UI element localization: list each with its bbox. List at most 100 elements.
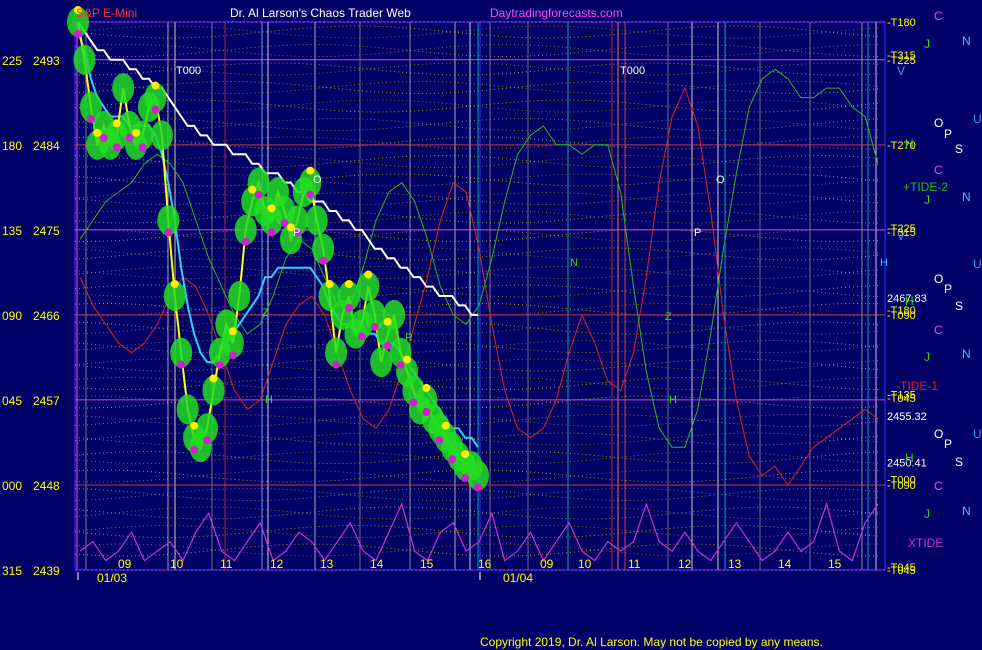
chart-annotation: N bbox=[570, 257, 578, 269]
low-dot bbox=[215, 360, 224, 369]
x-hour-label: 09 bbox=[540, 557, 554, 571]
high-dot bbox=[132, 128, 141, 137]
low-dot bbox=[474, 483, 482, 492]
x-hour-label: 11 bbox=[220, 557, 233, 571]
high-dot bbox=[190, 421, 199, 430]
low-dot bbox=[254, 190, 263, 199]
x-hour-label: 09 bbox=[118, 557, 132, 571]
high-dot bbox=[267, 204, 276, 213]
x-hour-label: 10 bbox=[170, 557, 184, 571]
chaos-trader-chart: 225 2493 180 2484 135 2475 090 2466 045 2457 000 24… bbox=[0, 0, 982, 650]
right-marker-letter: J bbox=[924, 37, 930, 51]
high-dot bbox=[228, 327, 237, 336]
right-marker-letter: O bbox=[934, 272, 943, 286]
right-axis-label: 2455.32 bbox=[887, 411, 927, 423]
high-dot bbox=[441, 421, 450, 430]
right-axis-label: -T045 bbox=[887, 565, 916, 577]
low-dot bbox=[164, 228, 173, 237]
y-angle-label: 225 bbox=[2, 54, 22, 68]
high-dot bbox=[93, 128, 102, 137]
right-marker-letter: V bbox=[897, 229, 905, 243]
right-marker-letter: O bbox=[934, 427, 943, 441]
chart-annotation: P bbox=[293, 227, 300, 239]
high-dot bbox=[403, 355, 412, 364]
chart-annotation: O bbox=[313, 174, 322, 186]
price-band-blob bbox=[73, 44, 96, 75]
y-price-label: 2439 bbox=[33, 564, 60, 578]
chart-annotation: T000 bbox=[620, 65, 645, 77]
chart-annotation: H bbox=[265, 394, 273, 406]
chart-annotation: R bbox=[405, 332, 413, 344]
copyright-text: Copyright 2019, Dr. Al Larson. May not b… bbox=[480, 635, 823, 649]
low-dot bbox=[138, 143, 147, 152]
chart-title: Dr. Al Larson's Chaos Trader Web bbox=[230, 6, 411, 20]
x-hour-label: 12 bbox=[270, 557, 284, 571]
chart-annotation: P bbox=[694, 227, 701, 239]
low-dot bbox=[409, 398, 418, 407]
low-dot bbox=[332, 360, 341, 369]
x-hour-label: 15 bbox=[420, 557, 434, 571]
low-dot bbox=[112, 143, 121, 152]
y-angle-label: 135 bbox=[2, 224, 22, 238]
low-dot bbox=[319, 256, 328, 265]
chart-annotation: Z bbox=[262, 307, 269, 319]
y-price-label: 2466 bbox=[33, 309, 60, 323]
low-dot bbox=[241, 237, 250, 246]
price-band-blob bbox=[305, 205, 328, 236]
legend-entry: +TIDE-2 bbox=[903, 180, 948, 194]
right-marker-letter: S bbox=[955, 142, 963, 156]
high-dot bbox=[170, 280, 179, 288]
right-marker-letter: N bbox=[962, 190, 971, 204]
right-marker-letter: N bbox=[962, 504, 971, 518]
chart-annotation: Z bbox=[665, 311, 672, 323]
right-axis-label: -T090 bbox=[887, 310, 916, 322]
price-band-blob bbox=[150, 120, 173, 151]
right-marker-letter: C bbox=[934, 9, 943, 23]
price-band-blob bbox=[228, 281, 251, 311]
x-hour-label: 12 bbox=[678, 557, 692, 571]
low-dot bbox=[190, 445, 199, 454]
right-marker-letter: N bbox=[962, 34, 971, 48]
right-marker-letter: U bbox=[973, 427, 982, 441]
instrument-label: S&P E-Mini bbox=[76, 6, 137, 20]
right-marker-letter: V bbox=[897, 64, 905, 78]
x-hour-label: 10 bbox=[578, 557, 592, 571]
right-marker-letter: P bbox=[944, 127, 952, 141]
x-hour-label: 16 bbox=[478, 557, 492, 571]
y-price-label: 2475 bbox=[33, 224, 60, 238]
right-axis-label: -T045 bbox=[887, 393, 916, 405]
x-hour-label: 14 bbox=[778, 557, 792, 571]
low-dot bbox=[461, 474, 470, 483]
right-marker-letter: H bbox=[905, 294, 914, 308]
high-dot bbox=[422, 383, 431, 392]
x-date-label: 01/03 bbox=[97, 571, 127, 585]
y-angle-label: 045 bbox=[2, 394, 22, 408]
right-marker-letter: J bbox=[924, 350, 930, 364]
y-angle-label: 090 bbox=[2, 309, 22, 323]
right-marker-letter: U bbox=[973, 112, 982, 126]
right-marker-letter: J bbox=[924, 507, 930, 521]
y-angle-label: 180 bbox=[2, 139, 22, 153]
low-dot bbox=[267, 228, 276, 237]
x-hour-label: 15 bbox=[828, 557, 842, 571]
y-angle-label: 000 bbox=[2, 479, 22, 493]
y-price-label: 2457 bbox=[33, 394, 60, 408]
right-marker-letter: U bbox=[973, 257, 982, 271]
y-price-label: 2484 bbox=[33, 139, 60, 153]
high-dot bbox=[383, 317, 392, 326]
legend-entry: -TIDE-1 bbox=[896, 379, 938, 393]
low-dot bbox=[306, 190, 315, 199]
right-axis-label: -T180 bbox=[887, 17, 916, 29]
low-dot bbox=[86, 115, 95, 124]
low-dot bbox=[370, 322, 379, 331]
high-dot bbox=[151, 81, 160, 90]
right-marker-letter: N bbox=[962, 347, 971, 361]
low-dot bbox=[383, 341, 392, 350]
right-marker-letter: P bbox=[944, 437, 952, 451]
right-marker-letter: J bbox=[924, 193, 930, 207]
low-dot bbox=[228, 351, 237, 360]
low-dot bbox=[151, 105, 160, 114]
low-dot bbox=[357, 332, 366, 341]
x-date-label: 01/04 bbox=[503, 571, 533, 585]
low-dot bbox=[203, 436, 212, 445]
